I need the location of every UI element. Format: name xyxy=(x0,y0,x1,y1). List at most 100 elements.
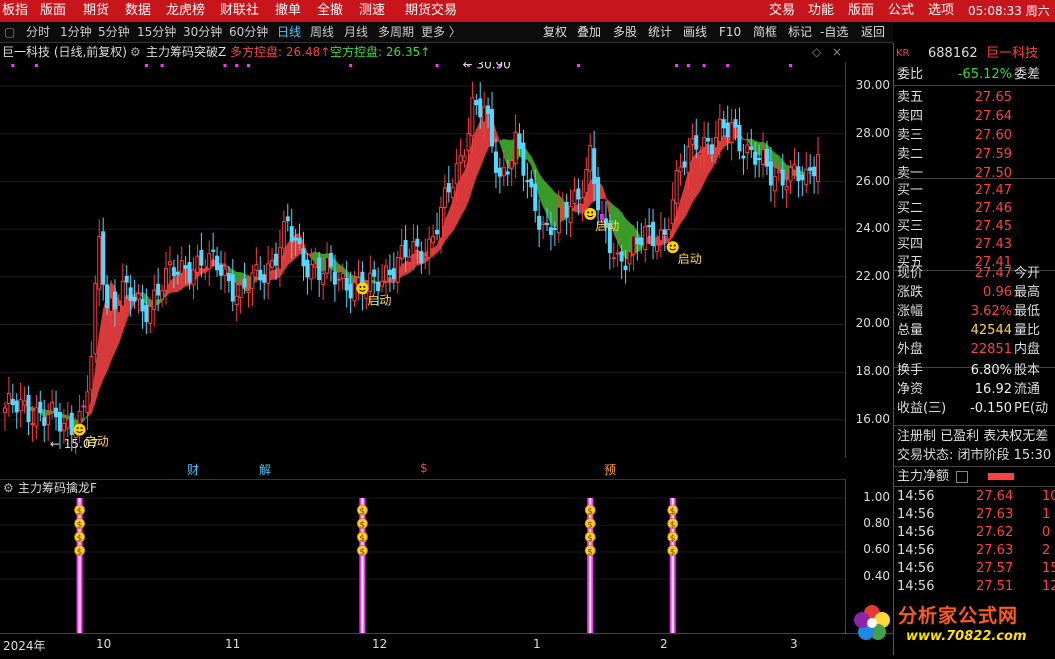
price-tick: 16.00 xyxy=(855,412,890,426)
menu-item[interactable]: 版面 xyxy=(848,0,874,22)
tab-intraday[interactable]: 分时 xyxy=(26,24,50,40)
tab-15min[interactable]: 15分钟 xyxy=(137,24,176,40)
candle-body xyxy=(234,295,239,305)
candle-body xyxy=(486,105,491,114)
menu-item[interactable]: 交易 xyxy=(769,0,795,22)
coin-symbol: $ xyxy=(587,534,593,544)
candle-body xyxy=(686,146,691,174)
coin-symbol: $ xyxy=(77,548,83,558)
close-icon[interactable]: × xyxy=(832,43,842,61)
candle-body xyxy=(651,222,656,246)
tab-daily[interactable]: 日线 xyxy=(277,24,301,40)
candle-body xyxy=(706,138,711,142)
control-band-segment xyxy=(538,172,544,207)
panel-toggle-icon[interactable]: ▢ xyxy=(4,24,15,40)
overlay-button[interactable]: 叠加 xyxy=(577,24,601,40)
menu-item[interactable]: 功能 xyxy=(808,0,834,22)
candle-body xyxy=(764,148,769,167)
sub-indicator-chart[interactable]: $ $ $ $ $ $ $ $ $ $ $ $ $ $ $ $ xyxy=(0,495,845,633)
candle-body xyxy=(690,137,695,145)
candle-body xyxy=(340,273,345,279)
candle-body xyxy=(297,237,302,244)
tab-more[interactable]: 更多 〉 xyxy=(421,24,461,40)
f10-button[interactable]: F10 xyxy=(719,24,741,40)
draw-button[interactable]: 画线 xyxy=(683,24,707,40)
candle-body xyxy=(93,282,98,355)
ask-row: 卖三 27.60 xyxy=(897,128,1012,143)
tab-monthly[interactable]: 月线 xyxy=(344,24,368,40)
event-marker-finance[interactable]: 财 xyxy=(187,461,199,478)
tab-weekly[interactable]: 周线 xyxy=(310,24,334,40)
candle-body xyxy=(446,183,451,193)
indicator-name[interactable]: 主力筹码突破Z xyxy=(146,43,226,61)
diamond-icon[interactable]: ◇ xyxy=(812,43,821,61)
sub-indicator-name[interactable]: 主力筹码擒龙F xyxy=(18,480,97,496)
menu-item[interactable]: 期货 xyxy=(83,0,109,22)
coin-symbol: $ xyxy=(587,521,593,531)
candle-body xyxy=(580,197,585,206)
event-marker-dividend[interactable]: $ xyxy=(420,461,428,475)
menu-item[interactable]: 财联社 xyxy=(220,0,259,22)
tab-5min[interactable]: 5分钟 xyxy=(98,24,130,40)
control-band-segment xyxy=(460,169,465,218)
candle-body xyxy=(721,119,726,129)
candle-body xyxy=(148,305,153,324)
candle-body xyxy=(250,272,255,289)
settings-icon[interactable]: ⚙ xyxy=(3,480,14,496)
menu-item[interactable]: 龙虎榜 xyxy=(166,0,205,22)
menu-item[interactable]: 撤单 xyxy=(275,0,301,22)
menu-item[interactable]: 全撤 xyxy=(317,0,343,22)
tab-30min[interactable]: 30分钟 xyxy=(183,24,222,40)
menu-item[interactable]: 版面 xyxy=(40,0,66,22)
brand-logo: 分析家公式网 www.70822.com xyxy=(846,597,1055,655)
candle-body xyxy=(611,257,616,260)
menu-item[interactable]: 选项 xyxy=(928,0,954,22)
control-band-segment xyxy=(464,159,469,210)
control-band-segment xyxy=(546,182,552,225)
list-icon[interactable] xyxy=(956,471,968,483)
tab-1min[interactable]: 1分钟 xyxy=(60,24,92,40)
menu-item[interactable]: 板指 xyxy=(2,0,28,22)
candle-body xyxy=(800,174,805,180)
candle-body xyxy=(415,238,420,247)
candle-body xyxy=(462,155,467,162)
menu-item[interactable]: 期货交易 xyxy=(405,0,457,22)
stat-row: 外盘 22851 内盘 xyxy=(897,342,1041,357)
candle-body xyxy=(780,169,785,186)
control-band-segment xyxy=(448,201,454,237)
control-band-segment xyxy=(527,150,532,166)
menu-item[interactable]: 测速 xyxy=(359,0,385,22)
tab-60min[interactable]: 60分钟 xyxy=(229,24,268,40)
adjust-button[interactable]: 复权 xyxy=(543,24,567,40)
candlestick-chart[interactable]: 启动启动启动启动← 30.90← 15.07 xyxy=(0,62,845,457)
candle-body xyxy=(26,394,31,423)
event-marker-forecast[interactable]: 预 xyxy=(604,461,616,478)
watchlist-button[interactable]: -自选 xyxy=(820,24,848,40)
settings-icon[interactable]: ⚙ xyxy=(130,43,141,61)
net-flow-label: 主力净额 xyxy=(897,469,950,484)
simple-frame-button[interactable]: 简框 xyxy=(753,24,777,40)
signal-dot xyxy=(702,64,706,67)
signal-dot xyxy=(675,64,679,67)
candle-body xyxy=(309,263,314,280)
net-flow-bar xyxy=(988,473,1014,480)
candle-body xyxy=(804,168,809,186)
menu-item[interactable]: 数据 xyxy=(125,0,151,22)
tab-multi-period[interactable]: 多周期 xyxy=(378,24,414,40)
candle-body xyxy=(694,135,699,150)
back-button[interactable]: 返回 xyxy=(861,24,885,40)
candle-body xyxy=(328,252,333,267)
mark-button[interactable]: 标记 xyxy=(788,24,812,40)
candle-body xyxy=(729,122,734,144)
multi-stock-button[interactable]: 多股 xyxy=(613,24,637,40)
candle-body xyxy=(218,264,223,276)
control-band-segment xyxy=(401,262,406,277)
price-tick: 20.00 xyxy=(855,316,890,330)
candle-body xyxy=(497,167,502,177)
candle-body xyxy=(109,297,114,313)
menu-item[interactable]: 公式 xyxy=(888,0,914,22)
candle-body xyxy=(407,256,412,264)
candle-body xyxy=(623,265,628,271)
stats-button[interactable]: 统计 xyxy=(648,24,672,40)
event-marker-unlock[interactable]: 解 xyxy=(259,461,271,478)
